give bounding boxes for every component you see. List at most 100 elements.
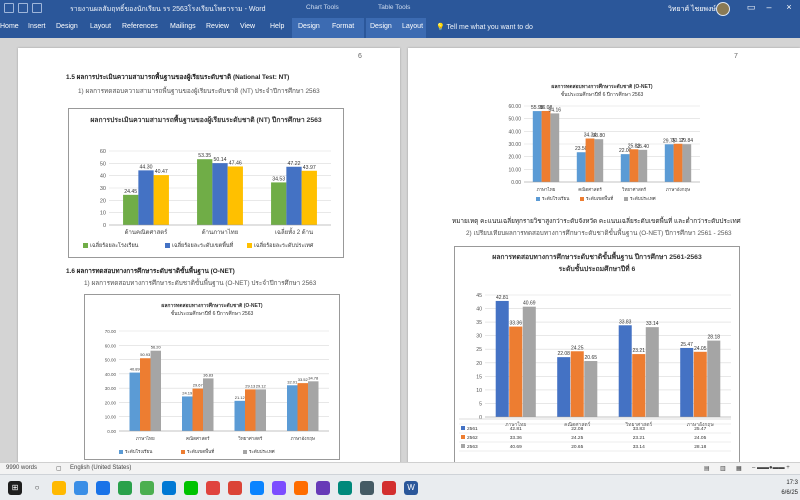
tab-view[interactable]: View (240, 23, 255, 30)
tab-mailings[interactable]: Mailings (170, 23, 196, 30)
chart-subtitle: ชั้นประถมศึกษาปีที่ 6 ปีการศึกษา 2563 (171, 308, 254, 317)
app4-icon[interactable] (360, 481, 374, 495)
y-tick-label: 40 (476, 307, 482, 313)
read-mode-icon[interactable]: ▥ (720, 465, 726, 472)
tab-format[interactable]: Format (332, 23, 354, 30)
bar (123, 194, 139, 225)
tab-home[interactable]: Home (0, 23, 19, 30)
legend-swatch (243, 450, 247, 454)
bar (682, 144, 692, 182)
y-tick-label: 35 (476, 320, 482, 326)
onet-2563-chart[interactable]: ผลการทดสอบทางการศึกษาระดับชาติ (O-NET) ชั… (84, 294, 340, 460)
data-label: 40.69 (523, 301, 536, 307)
app-icon[interactable] (206, 481, 220, 495)
word-count[interactable]: 9990 words (6, 465, 37, 471)
minimize-icon[interactable]: – (762, 2, 776, 12)
data-label: 24.19 (182, 390, 193, 395)
close-icon[interactable]: × (782, 2, 796, 12)
x-tick-label: ภาษาไทย (136, 436, 155, 441)
avatar[interactable] (716, 2, 730, 16)
y-tick-label: 20 (476, 361, 482, 367)
legend-label: ระดับโรงเรียน (542, 195, 569, 201)
data-label: 25.40 (637, 144, 650, 150)
tab-design[interactable]: Design (370, 23, 392, 30)
x-tick-label: ภาษาไทย (537, 187, 556, 192)
tab-layout[interactable]: Layout (90, 23, 111, 30)
tab-help[interactable]: Help (270, 23, 284, 30)
save-icon[interactable] (4, 3, 14, 13)
tab-references[interactable]: References (122, 23, 158, 30)
data-label: 36.83 (203, 372, 214, 377)
y-tick-label: 50.00 (105, 358, 117, 363)
user-name[interactable]: วิทยาศ์ ไชยพงษ์ (668, 4, 716, 15)
bar (234, 400, 245, 431)
data-label: 24.45 (124, 189, 137, 195)
ribbon-tabs: Home Insert Design Layout References Mailings… (0, 18, 800, 38)
file-explorer-icon[interactable] (52, 481, 66, 495)
tab-design[interactable]: Design (56, 23, 78, 30)
undo-icon[interactable] (18, 3, 28, 13)
legend-label: เฉลี่ยร้อยละระดับประเทศ (254, 241, 314, 249)
bar (584, 361, 598, 417)
start-icon[interactable]: ⊞ (8, 481, 22, 495)
window-title: รายงานผลสัมฤทธิ์ของนักเรียน รร 2563โรงเร… (70, 6, 266, 13)
browser-icon[interactable] (96, 481, 110, 495)
bar (153, 175, 169, 225)
line-icon[interactable] (184, 481, 198, 495)
bar (629, 149, 639, 182)
zoom-slider[interactable]: – ▬▬●▬▬ + (752, 465, 790, 471)
y-tick-label: 30 (100, 186, 106, 192)
taskview-icon[interactable] (74, 481, 88, 495)
y-tick-label: 50 (100, 161, 106, 167)
focus-icon[interactable]: ▤ (704, 465, 710, 472)
data-label: 33.36 (509, 321, 522, 327)
line-app-icon[interactable] (118, 481, 132, 495)
data-label: 20.65 (585, 355, 598, 361)
table-cell: 22.08 (571, 426, 583, 432)
tab-design[interactable]: Design (298, 23, 320, 30)
onet-school-chart[interactable]: ผลการทดสอบทางการศึกษาระดับชาติ (O-NET) ชั… (494, 70, 710, 210)
x-tick-label: เฉลี่ยทั้ง 2 ด้าน (275, 226, 313, 236)
bar (632, 354, 646, 417)
ribbon-display-icon[interactable]: ▭ (744, 2, 758, 13)
messenger-icon[interactable] (272, 481, 286, 495)
search-icon[interactable]: ○ (30, 481, 44, 495)
y-tick-label: 70.00 (105, 329, 117, 334)
data-label: 32.01 (287, 379, 298, 384)
onet-compare-chart[interactable]: ผลการทดสอบทางการศึกษาระดับชาติขั้นพื้นฐา… (454, 246, 740, 464)
mail-icon[interactable] (162, 481, 176, 495)
document-area[interactable]: 6 1.5 ผลการประเมินความสามารถพื้นฐานของผู… (0, 38, 800, 466)
tab-insert[interactable]: Insert (28, 23, 46, 30)
tab-layout[interactable]: Layout (402, 23, 423, 30)
onet-heading: 1.6 ผลการทดสอบทางการศึกษาระดับชาติขั้นพื… (66, 268, 235, 275)
nt-chart[interactable]: ผลการประเมินความสามารถพื้นฐานของผู้เรียน… (68, 108, 344, 258)
word-icon[interactable]: W (404, 481, 418, 495)
chrome-icon[interactable] (228, 481, 242, 495)
wechat-icon[interactable] (140, 481, 154, 495)
app3-icon[interactable] (338, 481, 352, 495)
legend-label: ระดับประเทศ (249, 449, 275, 454)
tell-me-box[interactable]: 💡 Tell me what you want to do (436, 23, 533, 31)
data-label: 33.14 (646, 321, 659, 327)
page-left[interactable]: 6 1.5 ผลการประเมินความสามารถพื้นฐานของผู… (18, 48, 400, 466)
bar (638, 149, 648, 182)
x-tick-label: ด้านคณิตศาสตร์ (125, 228, 169, 236)
proofing-icon[interactable]: ▢ (56, 465, 62, 472)
bar (271, 182, 287, 225)
language[interactable]: English (United States) (70, 465, 131, 471)
clock[interactable]: 17:3 6/6/25 (768, 478, 798, 498)
page-right[interactable]: 7 ผลการทดสอบทางการศึกษาระดับชาติ (O-NET)… (408, 48, 800, 466)
y-tick-label: 60.00 (508, 104, 521, 110)
y-tick-label: 30.00 (508, 142, 521, 148)
firefox-icon[interactable] (294, 481, 308, 495)
x-tick-label: ภาษาอังกฤษ (666, 187, 690, 192)
print-layout-icon[interactable]: ▦ (736, 465, 742, 472)
data-label: 50.93 (140, 352, 151, 357)
app5-icon[interactable] (382, 481, 396, 495)
tab-review[interactable]: Review (206, 23, 229, 30)
legend-swatch (165, 243, 170, 248)
bar (308, 381, 319, 431)
app2-icon[interactable] (316, 481, 330, 495)
redo-icon[interactable] (32, 3, 42, 13)
edge-icon[interactable] (250, 481, 264, 495)
